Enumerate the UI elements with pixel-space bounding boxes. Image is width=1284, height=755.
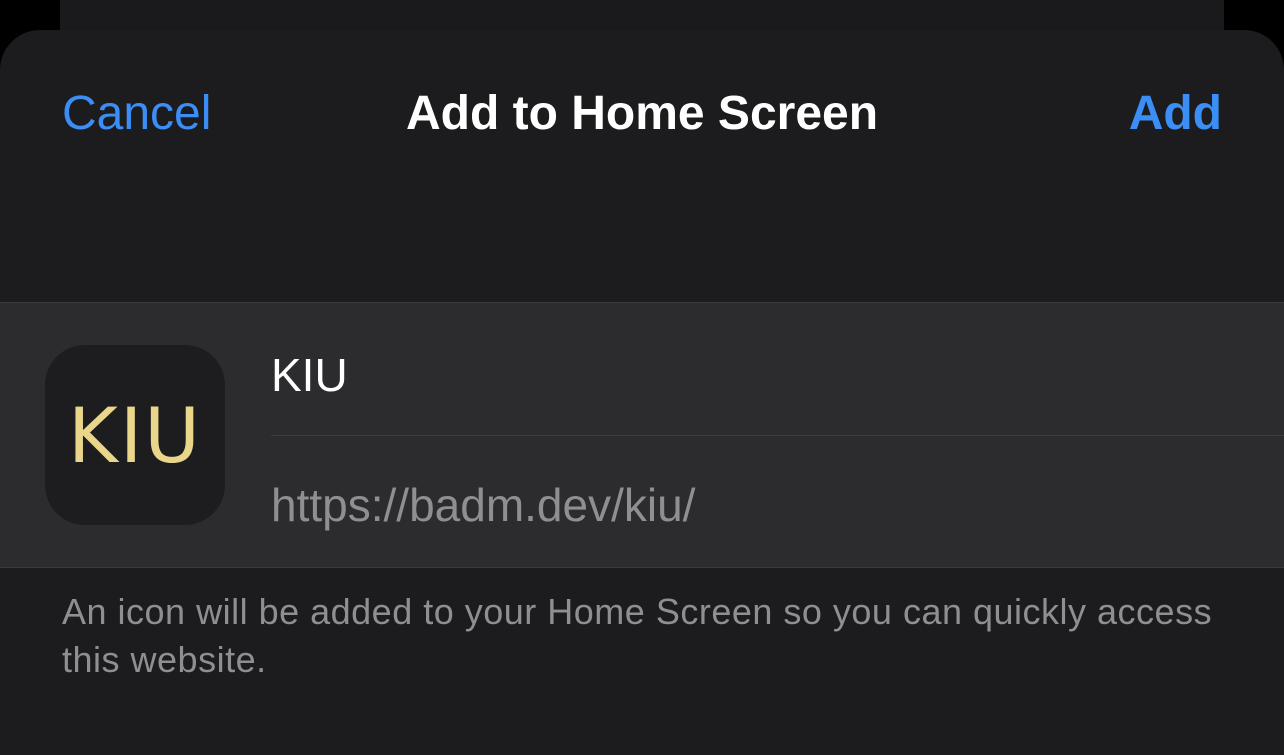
url-field: https://badm.dev/kiu/ [271,479,696,531]
app-icon-label: KIU [68,390,202,480]
add-to-home-screen-sheet: Cancel Add to Home Screen Add KIU KIU ht… [0,30,1284,755]
app-icon: KIU [45,345,225,525]
footer-note: An icon will be added to your Home Scree… [62,591,1213,680]
navigation-bar: Cancel Add to Home Screen Add [0,30,1284,200]
divider [271,435,1284,436]
sheet-title: Add to Home Screen [405,87,879,140]
bookmark-form-group: KIU KIU https://badm.dev/kiu/ [0,302,1284,568]
add-button[interactable]: Add [1129,82,1222,146]
screen: Cancel Add to Home Screen Add KIU KIU ht… [0,0,1284,755]
name-field[interactable]: KIU [271,343,1284,407]
